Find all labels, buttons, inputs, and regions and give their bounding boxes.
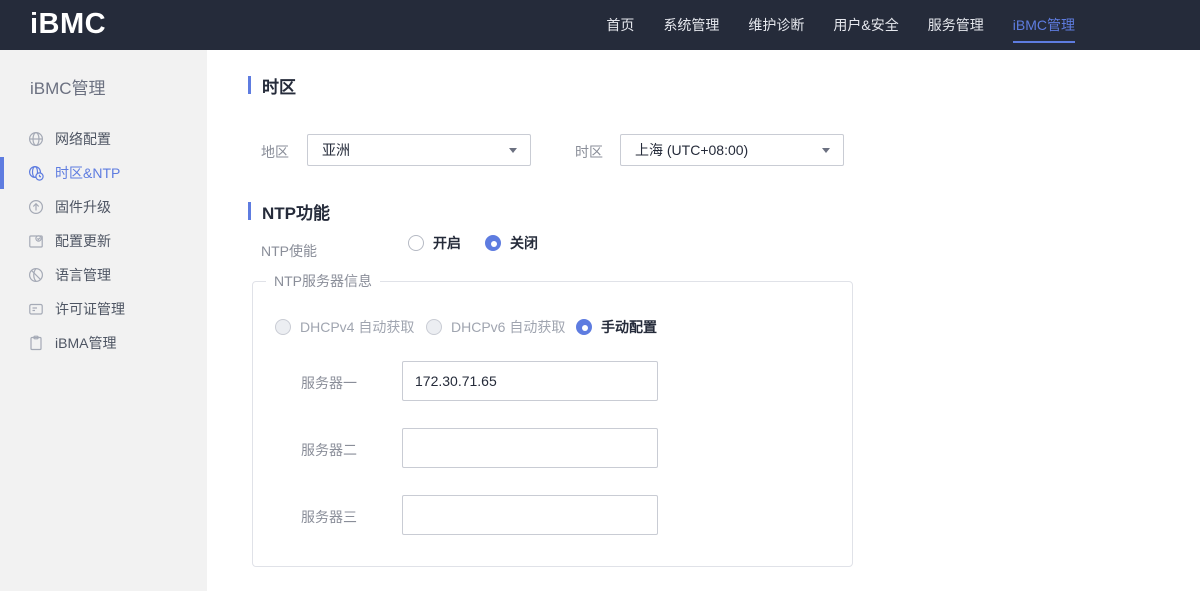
sidebar-title: iBMC管理: [30, 79, 106, 98]
sidebar-menu: 网络配置 时区&NTP 固件升级 配置更新 语言管理 许可证管理 iBMA管理: [0, 122, 207, 360]
ntp-enable-label: NTP使能: [261, 243, 317, 259]
top-bar: iBMC 首页 系统管理 维护诊断 用户&安全 服务管理 iBMC管理: [0, 0, 1200, 50]
sidebar-item-timezone-ntp[interactable]: 时区&NTP: [0, 156, 207, 190]
language-icon: [27, 267, 44, 284]
sidebar-item-language[interactable]: 语言管理: [0, 258, 207, 292]
ibma-icon: [27, 335, 44, 352]
sidebar-item-firmware-upgrade[interactable]: 固件升级: [0, 190, 207, 224]
server-two-label: 服务器二: [301, 442, 357, 458]
ntp-server-group: NTP服务器信息 DHCPv4 自动获取 DHCPv6 自动获取 手动配置 服务…: [252, 271, 853, 567]
sidebar-item-label: 时区&NTP: [55, 165, 121, 181]
nav-item-user-security[interactable]: 用户&安全: [833, 0, 898, 50]
server-one-label: 服务器一: [301, 375, 357, 391]
sidebar-item-config-update[interactable]: 配置更新: [0, 224, 207, 258]
radio-checked-icon[interactable]: [485, 235, 501, 251]
server-three-input[interactable]: [402, 495, 658, 535]
sidebar-item-label: 配置更新: [55, 233, 111, 249]
nav-item-ibmc-management[interactable]: iBMC管理: [1012, 0, 1076, 50]
sidebar-item-label: iBMA管理: [55, 335, 117, 351]
dhcpv6-auto-option[interactable]: DHCPv6 自动获取: [426, 317, 565, 337]
sidebar-item-label: 固件升级: [55, 199, 111, 215]
top-navigation: 首页 系统管理 维护诊断 用户&安全 服务管理 iBMC管理: [606, 0, 1076, 50]
radio-checked-icon[interactable]: [576, 319, 592, 335]
nav-item-services[interactable]: 服务管理: [928, 0, 984, 50]
ibmc-logo: iBMC: [30, 8, 107, 40]
radio-disabled-icon: [275, 319, 291, 335]
dhcpv4-auto-option[interactable]: DHCPv4 自动获取: [275, 317, 414, 337]
server-two-input[interactable]: [402, 428, 658, 468]
section-accent-bar: [248, 76, 251, 94]
region-select[interactable]: 亚洲: [307, 134, 531, 166]
ntp-server-group-legend: NTP服务器信息: [274, 273, 372, 289]
sidebar-item-label: 语言管理: [55, 267, 111, 283]
sidebar-item-ibma[interactable]: iBMA管理: [0, 326, 207, 360]
timezone-select-value: 上海 (UTC+08:00): [635, 142, 749, 158]
ntp-section-title: NTP功能: [248, 202, 330, 223]
nav-item-system[interactable]: 系统管理: [663, 0, 719, 50]
timezone-label: 时区: [575, 144, 603, 160]
radio-unchecked-icon[interactable]: [408, 235, 424, 251]
chevron-down-icon: [509, 148, 517, 153]
network-icon: [27, 131, 44, 148]
sidebar-item-label: 许可证管理: [55, 301, 125, 317]
timezone-section-title: 时区: [248, 76, 296, 97]
ntp-enable-on-option[interactable]: 开启: [408, 233, 461, 253]
timezone-select[interactable]: 上海 (UTC+08:00): [620, 134, 844, 166]
section-accent-bar: [248, 202, 251, 220]
firmware-upgrade-icon: [27, 199, 44, 216]
nav-item-home[interactable]: 首页: [606, 0, 634, 50]
page: iBMC 首页 系统管理 维护诊断 用户&安全 服务管理 iBMC管理 iBMC…: [0, 0, 1200, 591]
sidebar: iBMC管理 网络配置 时区&NTP 固件升级 配置更新 语言管理 许可证管理 …: [0, 50, 207, 591]
region-select-value: 亚洲: [322, 142, 350, 158]
manual-config-option[interactable]: 手动配置: [576, 317, 657, 337]
sidebar-item-license[interactable]: 许可证管理: [0, 292, 207, 326]
license-icon: [27, 301, 44, 318]
radio-disabled-icon: [426, 319, 442, 335]
server-three-label: 服务器三: [301, 509, 357, 525]
sidebar-item-network-config[interactable]: 网络配置: [0, 122, 207, 156]
timezone-icon: [27, 165, 44, 182]
main-content: 时区 地区 亚洲 时区 上海 (UTC+08:00) NTP功能 NTP使能 开…: [207, 50, 1200, 591]
ntp-enable-off-option[interactable]: 关闭: [485, 233, 538, 253]
server-one-input[interactable]: [402, 361, 658, 401]
sidebar-item-label: 网络配置: [55, 131, 111, 147]
region-label: 地区: [261, 144, 289, 160]
chevron-down-icon: [822, 148, 830, 153]
nav-item-maintenance[interactable]: 维护诊断: [748, 0, 804, 50]
config-update-icon: [27, 233, 44, 250]
